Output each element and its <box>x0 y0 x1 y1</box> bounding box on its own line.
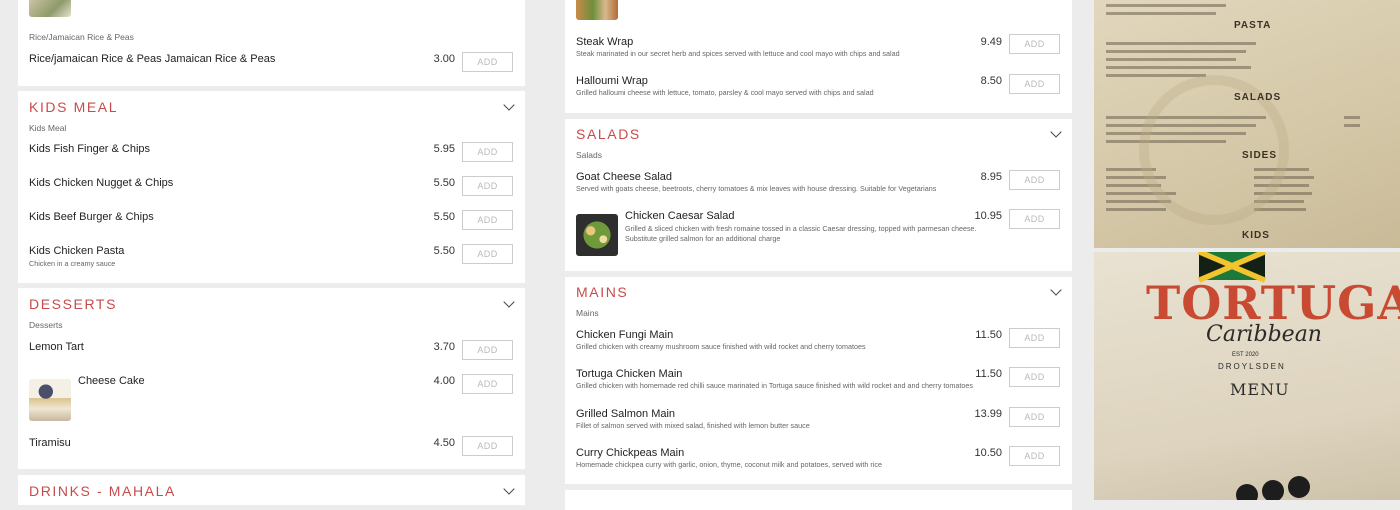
item-price: 5.50 <box>433 211 455 223</box>
item-price: 3.00 <box>433 53 455 65</box>
wraps-card: Steak Wrap Steak marinated in our secret… <box>565 0 1072 113</box>
rice-thumbnail[interactable] <box>29 0 71 17</box>
chevron-down-icon[interactable] <box>503 99 515 111</box>
section-title[interactable]: SALADS <box>576 126 641 142</box>
section-subtitle: Desserts <box>29 320 63 330</box>
add-button[interactable]: ADD <box>462 340 513 360</box>
item-name[interactable]: Curry Chickpeas Main <box>576 447 684 459</box>
item-price: 5.50 <box>433 245 455 257</box>
item-name[interactable]: Cheese Cake <box>78 375 145 387</box>
item-price: 13.99 <box>974 408 1002 420</box>
item-price: 9.49 <box>980 36 1002 48</box>
item-price: 4.00 <box>433 375 455 387</box>
facebook-icon <box>1236 484 1258 500</box>
menu-heading-pasta: PASTA <box>1234 20 1272 31</box>
menu-page-photo[interactable]: PASTA SALADS SIDES KIDS <box>1094 0 1400 248</box>
add-button[interactable]: ADD <box>462 244 513 264</box>
item-name[interactable]: Grilled Salmon Main <box>576 408 675 420</box>
add-button[interactable]: ADD <box>462 176 513 196</box>
item-description: Grilled chicken with creamy mushroom sau… <box>576 342 866 351</box>
section-subtitle: Mains <box>576 308 599 318</box>
rice-card: Rice/Jamaican Rice & Peas Rice/jamaican … <box>18 0 525 86</box>
chevron-down-icon[interactable] <box>1050 126 1062 138</box>
chevron-down-icon[interactable] <box>503 296 515 308</box>
kids-meal-section: KIDS MEAL Kids Meal Kids Fish Finger & C… <box>18 91 525 283</box>
section-title[interactable]: KIDS MEAL <box>29 99 118 115</box>
item-description: Served with goats cheese, beetroots, che… <box>576 184 937 193</box>
chevron-down-icon[interactable] <box>503 483 515 495</box>
item-price: 10.50 <box>974 447 1002 459</box>
item-name[interactable]: Chicken Caesar Salad <box>625 210 734 222</box>
item-price: 11.50 <box>975 368 1002 380</box>
section-subtitle: Rice/Jamaican Rice & Peas <box>29 32 134 42</box>
item-name[interactable]: Lemon Tart <box>29 341 84 353</box>
item-price: 5.50 <box>433 177 455 189</box>
section-title[interactable]: DESSERTS <box>29 296 117 312</box>
item-price: 10.95 <box>974 210 1002 222</box>
cheese-cake-thumbnail[interactable] <box>29 379 71 421</box>
item-name[interactable]: Kids Fish Finger & Chips <box>29 143 150 155</box>
add-button[interactable]: ADD <box>1009 209 1060 229</box>
item-description: Grilled halloumi cheese with lettuce, to… <box>576 88 874 97</box>
section-subtitle: Kids Meal <box>29 123 67 133</box>
item-name[interactable]: Tortuga Chicken Main <box>576 368 682 380</box>
item-description: Grilled chicken with homemade red chilli… <box>576 381 973 390</box>
brand-script-text: Caribbean <box>1206 322 1322 347</box>
caesar-salad-thumbnail[interactable] <box>576 214 618 256</box>
item-price: 3.70 <box>433 341 455 353</box>
menu-heading-sides: SIDES <box>1242 150 1278 161</box>
item-name[interactable]: Tiramisu <box>29 437 71 449</box>
add-button[interactable]: ADD <box>1009 328 1060 348</box>
menu-page-illustration <box>1106 4 1360 225</box>
item-name[interactable]: Halloumi Wrap <box>576 75 648 87</box>
item-name[interactable]: Rice/jamaican Rice & Peas Jamaican Rice … <box>29 53 275 65</box>
item-price: 8.95 <box>980 171 1002 183</box>
item-description: Fillet of salmon served with mixed salad… <box>576 421 810 430</box>
item-price: 5.95 <box>433 143 455 155</box>
menu-cover-title: MENU <box>1230 380 1290 399</box>
item-name[interactable]: Kids Beef Burger & Chips <box>29 211 154 223</box>
tripadvisor-icon <box>1288 476 1310 498</box>
item-description: Grilled & sliced chicken with fresh roma… <box>625 224 977 243</box>
add-button[interactable]: ADD <box>1009 367 1060 387</box>
add-button[interactable]: ADD <box>462 210 513 230</box>
chevron-down-icon[interactable] <box>1050 284 1062 296</box>
add-button[interactable]: ADD <box>462 142 513 162</box>
add-button[interactable]: ADD <box>462 436 513 456</box>
item-price: 8.50 <box>980 75 1002 87</box>
drinks-section: DRINKS - MAHALA <box>18 475 525 505</box>
item-name[interactable]: Kids Chicken Pasta <box>29 245 124 257</box>
item-description: Chicken in a creamy sauce <box>29 259 116 268</box>
next-section-card <box>565 490 1072 510</box>
item-description: Steak marinated in our secret herb and s… <box>576 49 900 58</box>
section-title[interactable]: DRINKS - MAHALA <box>29 483 176 499</box>
section-title[interactable]: MAINS <box>576 284 628 300</box>
brand-location-text: DROYLSDEN <box>1218 362 1286 371</box>
mains-section: MAINS Mains Chicken Fungi Main Grilled c… <box>565 277 1072 484</box>
menu-heading-kids: KIDS <box>1242 230 1270 241</box>
instagram-icon <box>1262 480 1284 500</box>
add-button[interactable]: ADD <box>1009 407 1060 427</box>
menu-heading-salads: SALADS <box>1234 92 1282 103</box>
item-price: 11.50 <box>975 329 1002 341</box>
item-name[interactable]: Goat Cheese Salad <box>576 171 672 183</box>
item-description: Homemade chickpea curry with garlic, oni… <box>576 460 883 469</box>
add-button[interactable]: ADD <box>1009 74 1060 94</box>
item-name[interactable]: Steak Wrap <box>576 36 633 48</box>
add-button[interactable]: ADD <box>1009 446 1060 466</box>
item-name[interactable]: Kids Chicken Nugget & Chips <box>29 177 173 189</box>
brand-est-text: EST 2020 <box>1232 352 1259 358</box>
section-subtitle: Salads <box>576 150 602 160</box>
add-button[interactable]: ADD <box>462 374 513 394</box>
wrap-thumbnail[interactable] <box>576 0 618 20</box>
item-price: 4.50 <box>433 437 455 449</box>
item-name[interactable]: Chicken Fungi Main <box>576 329 673 341</box>
add-button[interactable]: ADD <box>1009 170 1060 190</box>
desserts-section: DESSERTS Desserts Lemon Tart 3.70 ADD Ch… <box>18 288 525 469</box>
add-button[interactable]: ADD <box>1009 34 1060 54</box>
salads-section: SALADS Salads Goat Cheese Salad Served w… <box>565 119 1072 271</box>
add-button[interactable]: ADD <box>462 52 513 72</box>
menu-cover-photo[interactable]: TORTUGA Caribbean EST 2020 DROYLSDEN MEN… <box>1094 252 1400 500</box>
